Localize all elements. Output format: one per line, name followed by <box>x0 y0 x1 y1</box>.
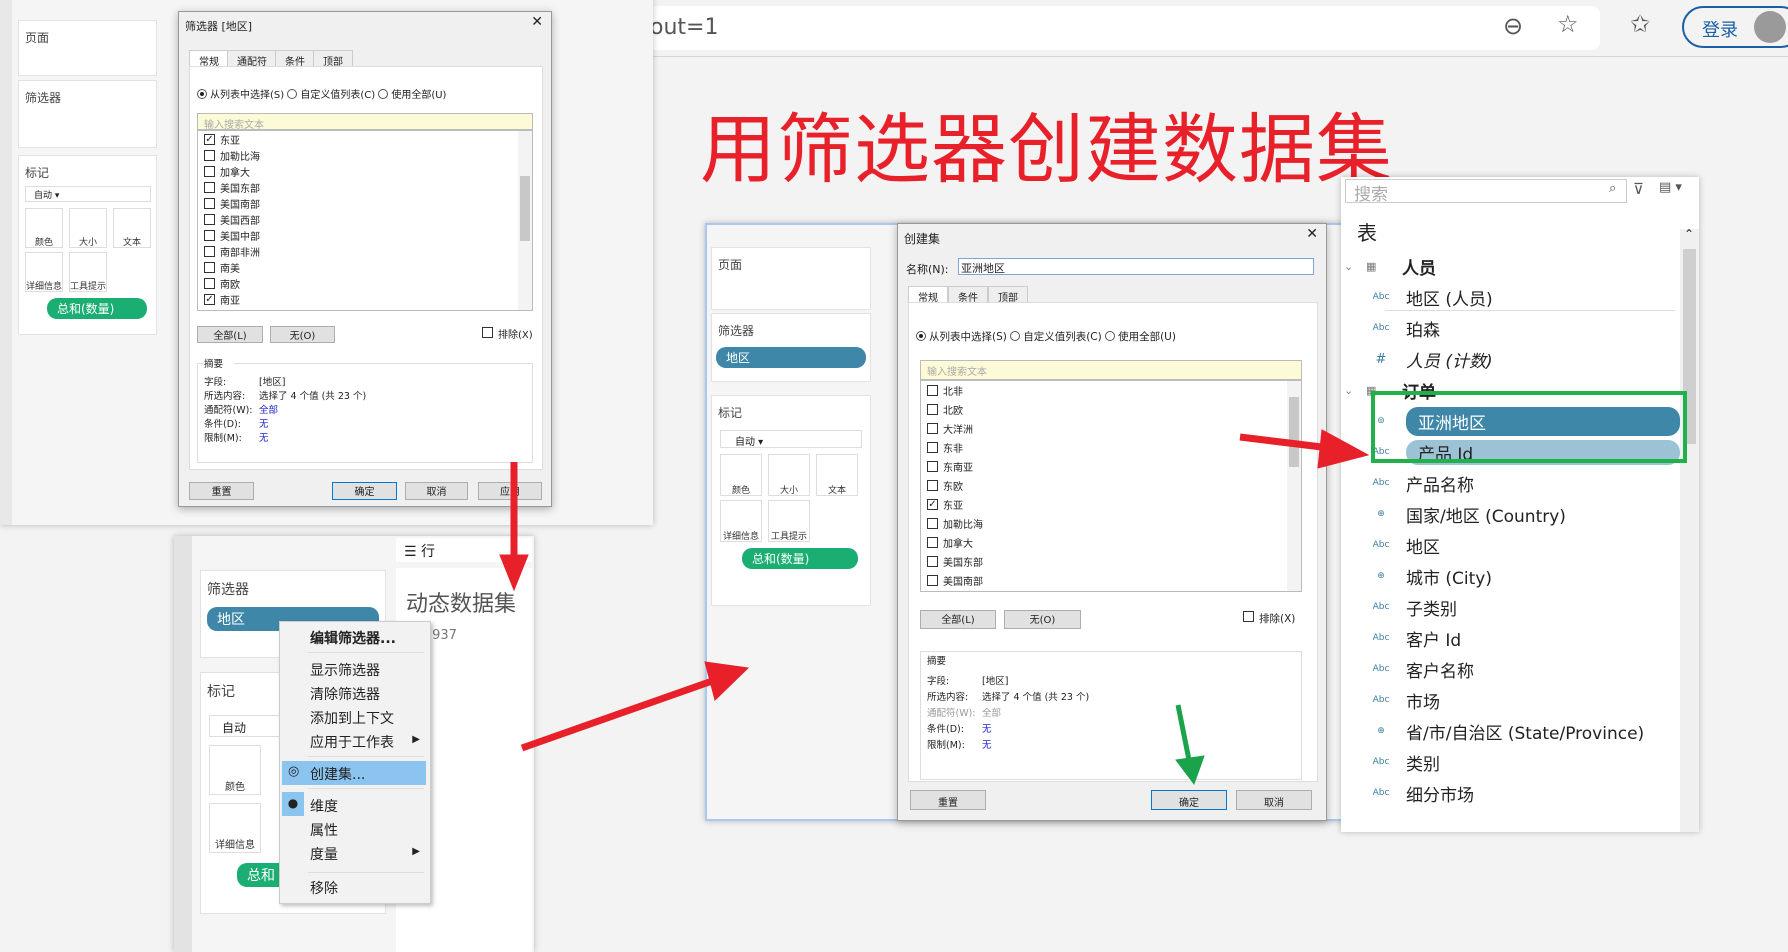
arrow-head <box>704 661 750 701</box>
arrow-head <box>1175 755 1205 786</box>
arrow-head <box>1317 429 1370 469</box>
annotation-arrows <box>499 429 1370 786</box>
arrow-down-green <box>1175 704 1193 766</box>
arrow-right-red-1 <box>520 676 717 752</box>
arrow-right-red-2 <box>1239 433 1331 452</box>
arrow-head <box>499 554 529 592</box>
